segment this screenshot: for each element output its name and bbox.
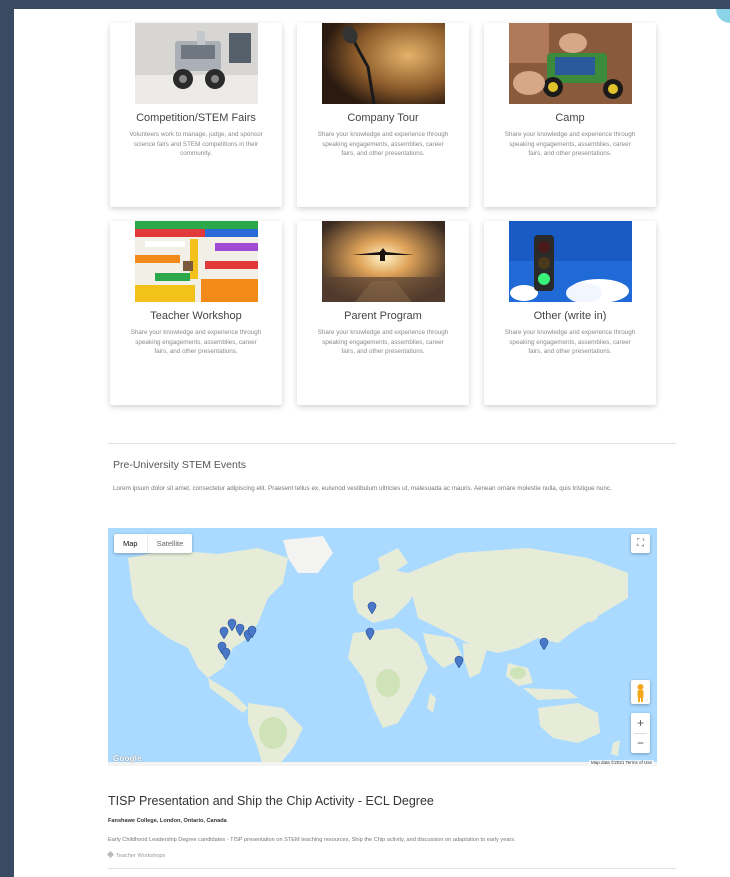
microphone-photo bbox=[322, 23, 445, 104]
satellite-view-button[interactable]: Satellite bbox=[146, 534, 193, 553]
window-top-frame bbox=[0, 0, 730, 9]
map-type-toggle: Map Satellite bbox=[114, 534, 193, 553]
zoom-in-button[interactable]: + bbox=[631, 713, 650, 733]
card-title: Parent Program bbox=[344, 310, 422, 322]
card-other-write-in[interactable]: Other (write in) Share your knowledge an… bbox=[484, 221, 656, 405]
map-view-button[interactable]: Map bbox=[114, 534, 147, 553]
zoom-controls: + − bbox=[631, 713, 650, 753]
map-attribution[interactable]: Map data ©2021 Terms of Use bbox=[588, 760, 654, 765]
card-title: Camp bbox=[555, 112, 585, 124]
card-title: Other (write in) bbox=[533, 310, 607, 322]
card-teacher-workshop[interactable]: Teacher Workshop Share your knowledge an… bbox=[110, 221, 282, 405]
card-title: Company Tour bbox=[347, 112, 419, 124]
event-title[interactable]: TISP Presentation and Ship the Chip Acti… bbox=[108, 794, 434, 808]
card-description: Share your knowledge and experience thro… bbox=[504, 131, 636, 158]
card-title: Teacher Workshop bbox=[150, 310, 242, 322]
events-map[interactable]: Map Satellite ⛶ + − Google Map data ©202… bbox=[108, 528, 657, 766]
card-parent-program[interactable]: Parent Program Share your knowledge and … bbox=[297, 221, 469, 405]
zoom-out-button[interactable]: − bbox=[631, 733, 650, 753]
fullscreen-icon[interactable]: ⛶ bbox=[631, 534, 650, 553]
airplane-sunset-photo bbox=[322, 221, 445, 302]
google-logo[interactable]: Google bbox=[113, 754, 142, 763]
section-description: Lorem ipsum dolor sit amet, consectetur … bbox=[113, 485, 612, 492]
street-view-pegman-icon[interactable] bbox=[631, 680, 650, 704]
card-competition-stem-fairs[interactable]: Competition/STEM Fairs Volunteers work t… bbox=[110, 23, 282, 207]
card-description: Share your knowledge and experience thro… bbox=[504, 329, 636, 356]
card-description: Share your knowledge and experience thro… bbox=[317, 131, 449, 158]
rc-car-photo bbox=[509, 23, 632, 104]
card-company-tour[interactable]: Company Tour Share your knowledge and ex… bbox=[297, 23, 469, 207]
event-location: Fanshawe College, London, Ontario, Canad… bbox=[108, 818, 227, 824]
card-description: Volunteers work to manage, judge, and sp… bbox=[129, 131, 263, 158]
colorful-maze-photo bbox=[135, 221, 258, 302]
robot-kit-photo bbox=[135, 23, 258, 104]
traffic-light-photo bbox=[509, 221, 632, 302]
card-camp[interactable]: Camp Share your knowledge and experience… bbox=[484, 23, 656, 207]
event-category[interactable]: Teacher Workshops bbox=[106, 850, 166, 859]
event-description: Early Childhood Leadership Degree candid… bbox=[108, 837, 516, 843]
world-map-graphic bbox=[108, 528, 657, 766]
zoom-divider bbox=[634, 733, 647, 734]
corner-accent bbox=[716, 9, 730, 23]
event-divider bbox=[108, 868, 676, 869]
card-description: Share your knowledge and experience thro… bbox=[317, 329, 449, 356]
section-divider bbox=[108, 443, 676, 444]
window-left-frame bbox=[0, 0, 14, 877]
event-category-label: Teacher Workshops bbox=[116, 853, 166, 859]
section-title: Pre-University STEM Events bbox=[113, 459, 247, 471]
tag-icon bbox=[106, 850, 115, 859]
card-description: Share your knowledge and experience thro… bbox=[130, 329, 262, 356]
card-title: Competition/STEM Fairs bbox=[136, 112, 256, 124]
